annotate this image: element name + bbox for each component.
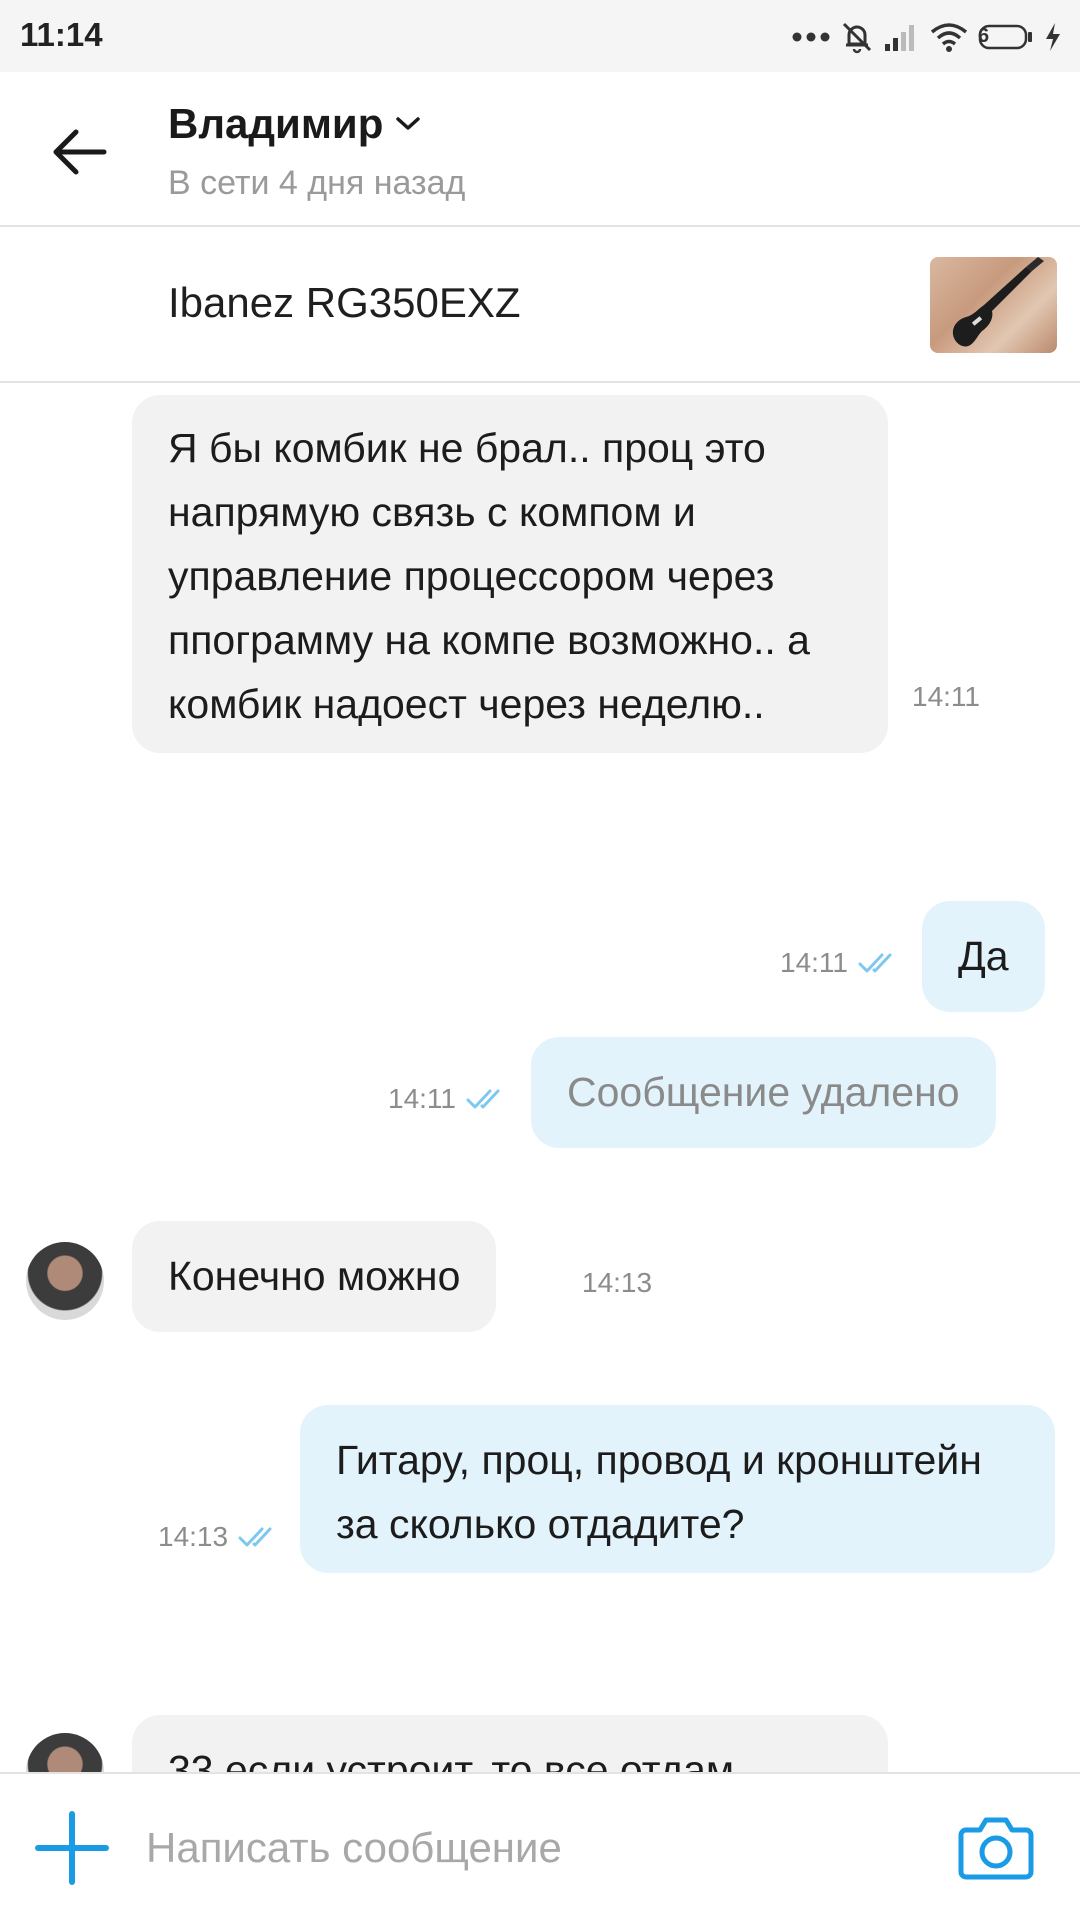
muted-bell-icon bbox=[840, 20, 874, 54]
contact-name: Владимир bbox=[168, 100, 384, 147]
avatar[interactable] bbox=[26, 1242, 104, 1320]
message-text: Гитару, проц, провод и кронштейн за скол… bbox=[336, 1437, 982, 1547]
back-button[interactable] bbox=[50, 124, 110, 180]
listing-thumbnail[interactable] bbox=[930, 257, 1057, 353]
message-bubble-deleted[interactable]: Сообщение удалено bbox=[531, 1037, 996, 1148]
message-time: 14:11 bbox=[912, 681, 980, 712]
message-list[interactable]: Я бы комбик не брал.. проц это напрямую … bbox=[0, 385, 1080, 1772]
double-check-icon bbox=[466, 1089, 500, 1109]
message-text: 33 если устроит, то все отдам bbox=[168, 1747, 735, 1772]
contact-name-dropdown[interactable]: Владимир bbox=[168, 100, 421, 148]
message-text: Конечно можно bbox=[168, 1253, 461, 1299]
avatar[interactable] bbox=[26, 1733, 104, 1772]
status-time: 11:14 bbox=[20, 16, 103, 53]
double-check-icon bbox=[238, 1527, 272, 1547]
message-bubble-outgoing[interactable]: Гитару, проц, провод и кронштейн за скол… bbox=[300, 1405, 1055, 1573]
message-bubble-incoming[interactable]: Конечно можно bbox=[132, 1221, 497, 1332]
message-time: 14:13 bbox=[158, 1521, 280, 1553]
listing-title: Ibanez RG350EXZ bbox=[168, 279, 521, 326]
message-text: Сообщение удалено bbox=[567, 1069, 960, 1115]
battery-level: 6 bbox=[978, 25, 990, 47]
message-time: 14:13 bbox=[582, 1267, 653, 1298]
message-bubble-incoming[interactable]: Я бы комбик не брал.. проц это напрямую … bbox=[132, 395, 888, 753]
listing-card[interactable]: Ibanez RG350EXZ bbox=[0, 227, 1080, 383]
message-text: Да bbox=[958, 933, 1009, 979]
plus-icon bbox=[35, 1811, 109, 1885]
double-check-icon bbox=[858, 953, 892, 973]
chevron-down-icon bbox=[396, 117, 421, 130]
battery-icon: 6 bbox=[978, 23, 1034, 51]
signal-icon bbox=[884, 22, 920, 52]
message-text: Я бы комбик не брал.. проц это напрямую … bbox=[168, 425, 810, 727]
message-bubble-outgoing[interactable]: Да bbox=[922, 901, 1045, 1012]
message-time: 14:11 bbox=[388, 1083, 508, 1115]
guitar-photo bbox=[952, 257, 1044, 347]
status-icons: 6 bbox=[792, 18, 1062, 56]
status-bar: 11:14 6 bbox=[0, 0, 1080, 72]
wifi-icon bbox=[930, 22, 968, 52]
camera-button[interactable] bbox=[958, 1812, 1034, 1882]
message-time: 14:11 bbox=[780, 947, 900, 979]
camera-icon bbox=[958, 1817, 1034, 1880]
chat-header: Владимир В сети 4 дня назад bbox=[0, 72, 1080, 227]
message-composer bbox=[0, 1772, 1080, 1920]
message-bubble-incoming[interactable]: 33 если устроит, то все отдам bbox=[132, 1715, 888, 1772]
arrow-left-icon bbox=[53, 129, 107, 175]
more-notifications-icon bbox=[792, 32, 830, 42]
contact-last-seen: В сети 4 дня назад bbox=[168, 164, 466, 202]
message-input[interactable] bbox=[146, 1818, 906, 1878]
charging-icon bbox=[1044, 22, 1062, 52]
add-attachment-button[interactable] bbox=[34, 1810, 110, 1886]
